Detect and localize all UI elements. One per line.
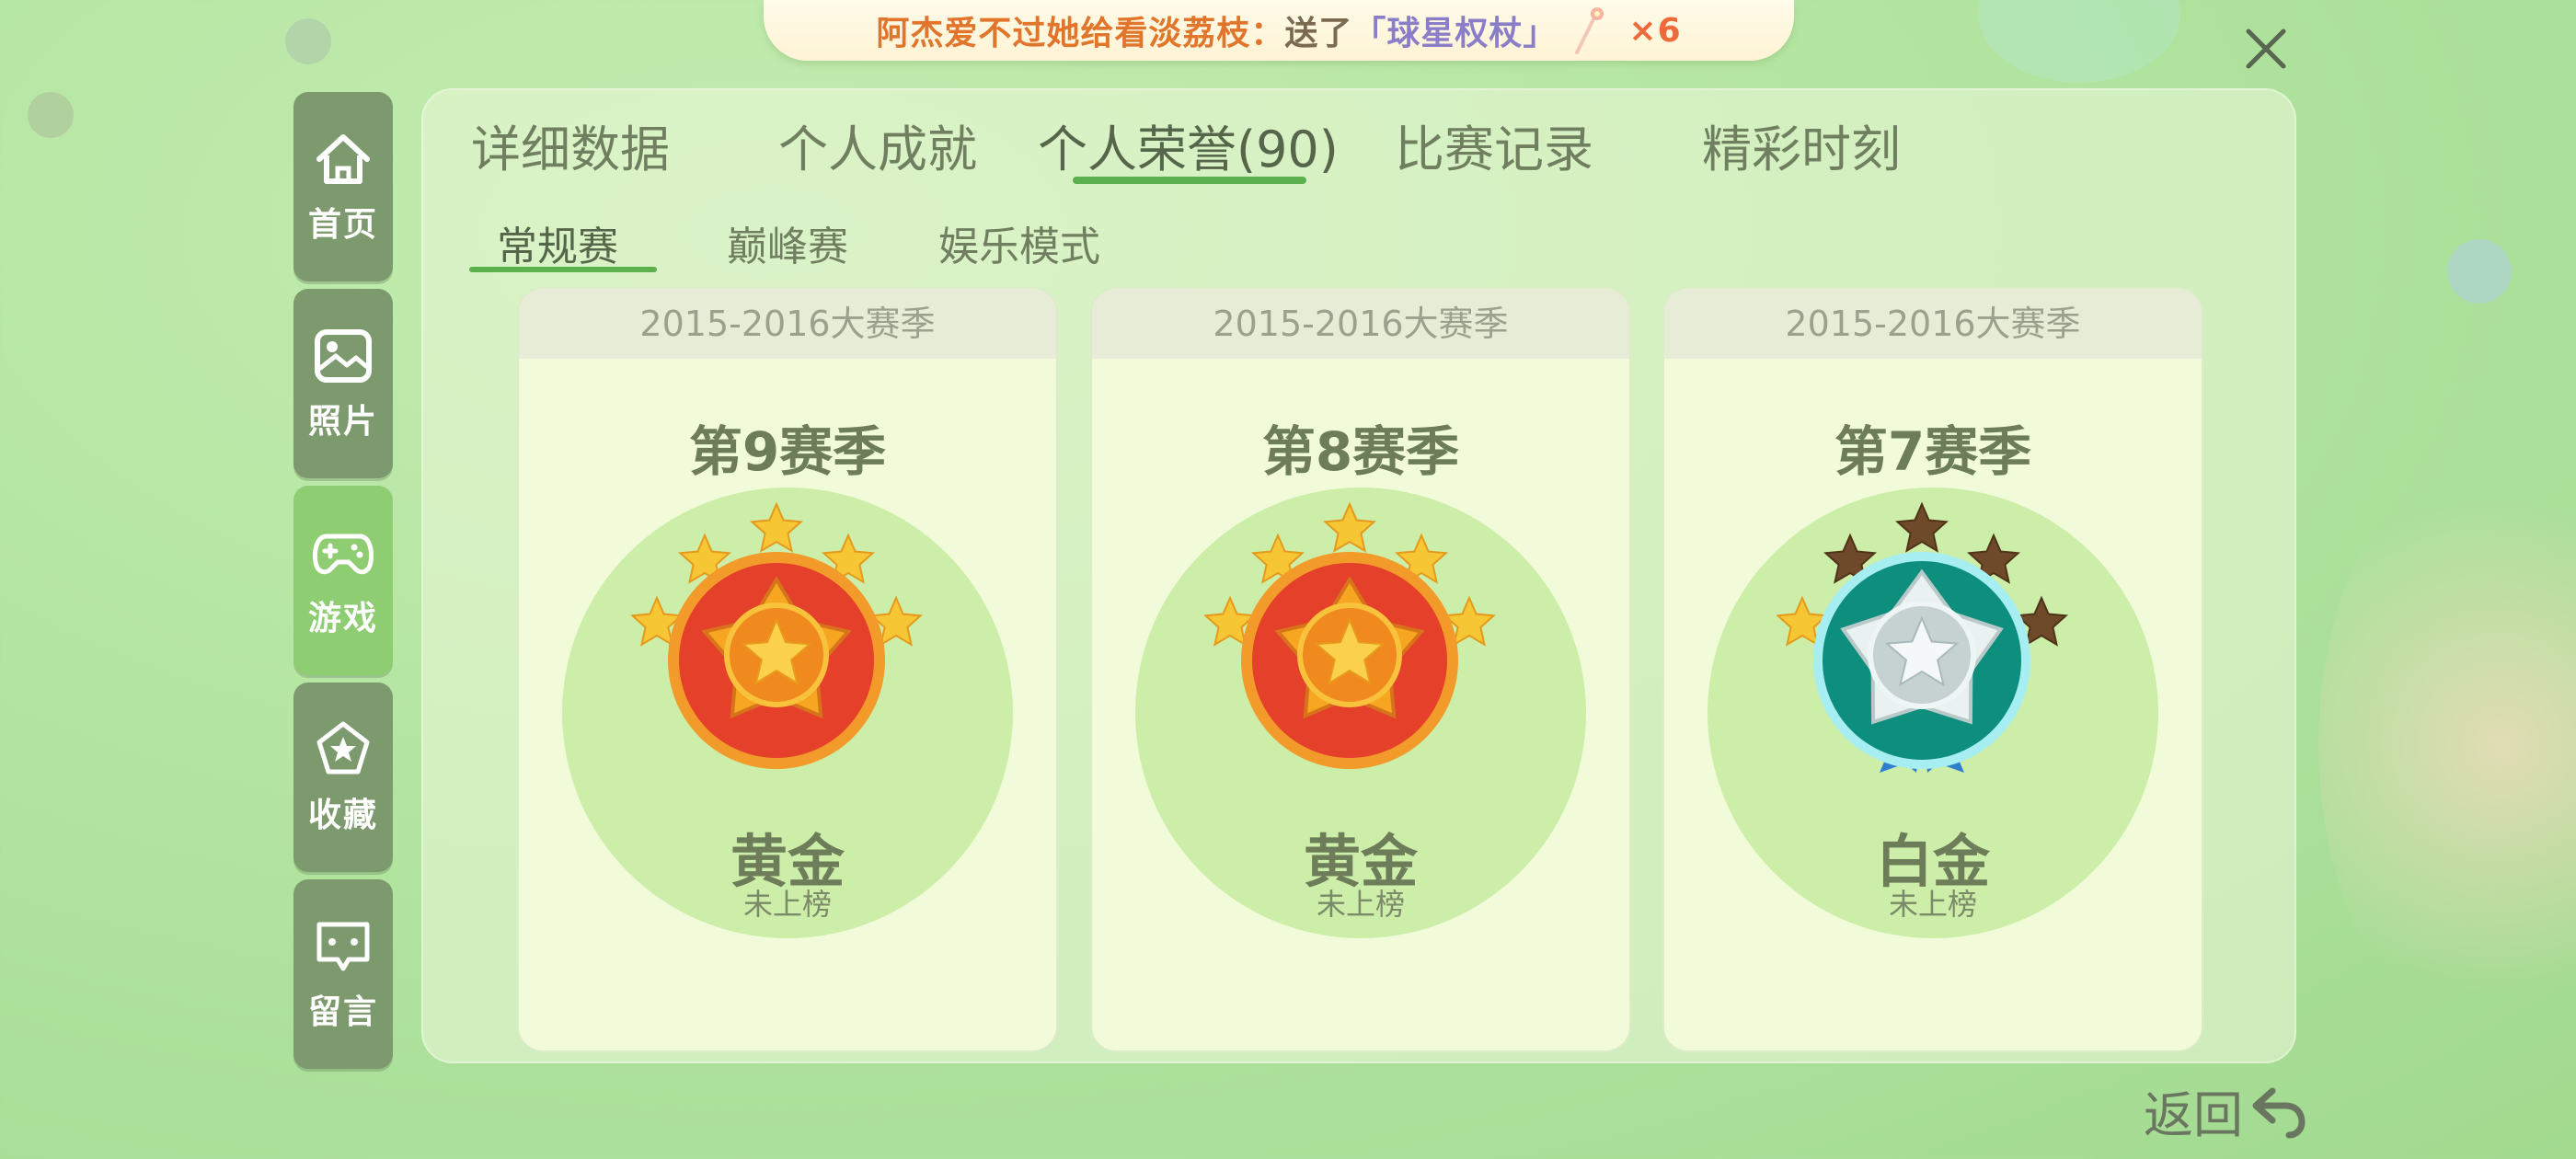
home-icon (316, 134, 370, 184)
tab-detailed-data[interactable]: 详细数据 (471, 109, 670, 181)
back-label: 返回 (2144, 1085, 2243, 1144)
sidebar-item-photos[interactable]: 照片 (293, 289, 393, 478)
background-bokeh (2318, 442, 2576, 1049)
active-subtab-indicator (469, 267, 657, 272)
sidebar-item-label: 留言 (307, 993, 378, 1031)
card-season-title: 第7赛季 (1834, 420, 2032, 483)
card-season-range: 2015-2016大赛季 (519, 289, 1056, 359)
star-earned-icon (750, 501, 803, 553)
sidebar-item-home[interactable]: 首页 (293, 92, 393, 281)
image-icon (315, 329, 372, 383)
tab-highlights[interactable]: 精彩时刻 (1702, 109, 1901, 181)
medal-emblem (1241, 552, 1458, 769)
background-bokeh (1978, 0, 2180, 83)
background-bokeh (2447, 239, 2512, 304)
close-button[interactable] (2234, 17, 2298, 81)
gold-medal-icon (631, 501, 923, 769)
season-card[interactable]: 2015-2016大赛季 第7赛季 白金 未上榜 (1664, 289, 2202, 1050)
sidebar-item-messages[interactable]: 留言 (293, 879, 393, 1069)
background-bokeh (285, 18, 331, 64)
platinum-medal-icon (1777, 501, 2068, 773)
card-season-range: 2015-2016大赛季 (1092, 289, 1629, 359)
card-season-title: 第9赛季 (688, 420, 887, 483)
back-button[interactable]: 返回 (2144, 1078, 2309, 1144)
tab-achievements[interactable]: 个人成就 (778, 109, 977, 181)
tab-honors[interactable]: 个人荣誉(90) (1038, 109, 1339, 181)
star-empty-icon (1895, 501, 1949, 553)
sidebar-item-label: 游戏 (307, 600, 378, 637)
subtab-regular[interactable]: 常规赛 (497, 213, 618, 272)
medal-emblem (668, 552, 885, 769)
season-card[interactable]: 2015-2016大赛季 第8赛季 黄金 未上榜 (1092, 289, 1629, 1050)
sidebar-item-favorites[interactable]: 收藏 (293, 683, 393, 872)
gamepad-icon (313, 534, 374, 575)
tab-match-history[interactable]: 比赛记录 (1395, 109, 1593, 181)
message-icon (316, 922, 370, 971)
sidebar-item-label: 首页 (307, 206, 378, 244)
background-bokeh (28, 92, 74, 138)
card-rank-status: 未上榜 (742, 887, 832, 922)
star-earned-icon (1323, 501, 1376, 553)
subtab-entertainment[interactable]: 娱乐模式 (938, 213, 1100, 272)
sidebar-item-label: 照片 (307, 403, 378, 441)
banner-gift-name: 「球星权杖」 (1352, 15, 1558, 52)
banner-gift-count: ×6 (1628, 11, 1682, 50)
gold-medal-icon (1204, 501, 1496, 769)
medal-emblem (1813, 552, 2030, 773)
active-tab-indicator (1073, 177, 1306, 184)
back-arrow-icon (2252, 1087, 2306, 1139)
scepter-icon (1570, 5, 1606, 56)
banner-sender-text: 阿杰爱不过她给看淡荔枝： (876, 15, 1285, 52)
close-icon (2246, 29, 2286, 69)
sidebar-item-label: 收藏 (307, 797, 378, 834)
card-rank-status: 未上榜 (1316, 887, 1405, 922)
gift-announcement-banner: 阿杰爱不过她给看淡荔枝： 送了 「球星权杖」 ×6 (764, 0, 1794, 61)
sidebar-item-games[interactable]: 游戏 (293, 486, 393, 675)
banner-sent-text: 送了 (1284, 15, 1353, 52)
subtab-peak[interactable]: 巅峰赛 (727, 213, 848, 272)
star-badge-icon (316, 721, 370, 775)
card-season-title: 第8赛季 (1261, 420, 1460, 483)
season-card[interactable]: 2015-2016大赛季 第9赛季 黄金 未上榜 (519, 289, 1056, 1050)
card-season-range: 2015-2016大赛季 (1664, 289, 2202, 359)
card-rank-status: 未上榜 (1888, 887, 1977, 922)
